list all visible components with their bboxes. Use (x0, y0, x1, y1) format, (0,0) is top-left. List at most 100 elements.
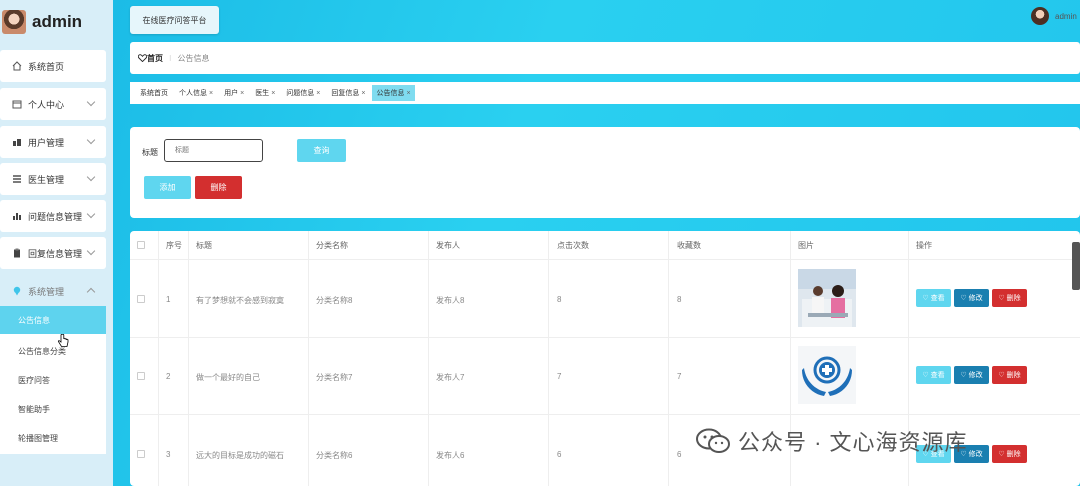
sidebar-item-label: 系统管理 (28, 286, 65, 297)
sidebar-item-label: 医生管理 (28, 174, 65, 185)
tags-bar: 系统首页 个人信息 × 用户 × 医生 × 问题信息 × 回复信息 × 公告信息 × (130, 82, 1080, 104)
table-row: 2 做一个最好的自己 分类名称7 发布人7 7 7 ♡ 查看 ♡ 修改 ♡ 删除 (130, 337, 1080, 414)
row-checkbox[interactable] (137, 450, 145, 458)
row-favorites: 7 (677, 372, 682, 381)
breadcrumb-separator: ⁝ (169, 53, 172, 63)
breadcrumb-home-label: 首页 (147, 53, 163, 63)
calendar-icon (12, 99, 22, 109)
breadcrumb-home[interactable]: 首页 (138, 53, 163, 64)
tag-user[interactable]: 用户 × (220, 85, 248, 101)
hand-cursor-icon (58, 334, 69, 347)
title-search-input[interactable] (164, 139, 263, 162)
close-icon[interactable]: × (240, 90, 244, 97)
clipboard-icon (12, 248, 22, 258)
view-button[interactable]: ♡ 查看 (916, 289, 951, 307)
close-icon[interactable]: × (406, 90, 410, 97)
tag-notice-info[interactable]: 公告信息 × (372, 85, 415, 101)
bar-chart-icon (12, 211, 22, 221)
tag-doctor[interactable]: 医生 × (251, 85, 279, 101)
sidebar-item-home[interactable]: 系统首页 (0, 50, 106, 82)
platform-title-button[interactable]: 在线医疗问答平台 (130, 6, 219, 34)
tag-label: 问题信息 (286, 90, 315, 97)
sidebar-item-label: 个人中心 (28, 99, 65, 110)
watermark: 公众号 · 文心海资源库 (696, 425, 968, 457)
sidebar-item-reply-management[interactable]: 回复信息管理 (0, 237, 106, 269)
edit-button[interactable]: ♡ 修改 (954, 289, 989, 307)
username[interactable]: admin (1055, 12, 1077, 21)
submenu-item-notice-category[interactable]: 公告信息分类 (0, 337, 106, 365)
select-all-checkbox[interactable] (137, 241, 145, 249)
brand: admin (2, 8, 82, 36)
row-category: 分类名称8 (316, 296, 353, 305)
delete-label: 删除 (1006, 451, 1021, 458)
tag-home[interactable]: 系统首页 (136, 85, 172, 101)
tag-reply-info[interactable]: 回复信息 × (327, 85, 369, 101)
heart-icon: ♡ (960, 295, 967, 302)
heart-icon: ♡ (960, 372, 967, 379)
heart-icon (138, 54, 147, 62)
delete-label: 删除 (1006, 295, 1021, 302)
delete-button[interactable]: ♡ 删除 (992, 445, 1027, 463)
row-checkbox[interactable] (137, 295, 145, 303)
row-clicks: 8 (557, 295, 562, 304)
row-no: 1 (166, 295, 171, 304)
tag-question-info[interactable]: 问题信息 × (282, 85, 324, 101)
tag-label: 回复信息 (331, 90, 360, 97)
tag-personal-info[interactable]: 个人信息 × (175, 85, 217, 101)
user-avatar[interactable] (1031, 7, 1049, 25)
vertical-scrollbar[interactable] (1072, 242, 1080, 290)
row-publisher: 发布人8 (436, 296, 465, 305)
sidebar-item-doctor-management[interactable]: 医生管理 (0, 163, 106, 195)
edit-button[interactable]: ♡ 修改 (954, 366, 989, 384)
query-button[interactable]: 查询 (297, 139, 346, 162)
list-icon (12, 174, 22, 184)
submenu-item-smart-assistant[interactable]: 智能助手 (0, 395, 106, 423)
sidebar-item-label: 回复信息管理 (28, 248, 83, 259)
close-icon[interactable]: × (361, 90, 365, 97)
home-icon (12, 61, 22, 71)
row-title: 有了梦想就不会感到寂寞 (196, 296, 284, 305)
row-clicks: 6 (557, 450, 562, 459)
heart-icon: ♡ (998, 295, 1005, 302)
close-icon[interactable]: × (209, 90, 213, 97)
add-button[interactable]: 添加 (144, 176, 191, 199)
close-icon[interactable]: × (271, 90, 275, 97)
sidebar-item-user-management[interactable]: 用户管理 (0, 126, 106, 158)
table-row: 1 有了梦想就不会感到寂寞 分类名称8 发布人8 8 8 ♡ 查看 ♡ 修改 ♡… (130, 259, 1080, 337)
delete-button[interactable]: ♡ 删除 (992, 366, 1027, 384)
tag-label: 用户 (224, 90, 239, 97)
row-checkbox[interactable] (137, 372, 145, 380)
row-favorites: 8 (677, 295, 682, 304)
people-photo-image (798, 269, 856, 327)
column-header: 操作 (916, 240, 932, 250)
submenu-item-medical-qa[interactable]: 医疗问答 (0, 366, 106, 394)
row-title: 远大的目标是成功的磁石 (196, 451, 284, 460)
system-submenu: 公告信息 公告信息分类 医疗问答 智能助手 轮播图管理 (0, 306, 106, 454)
sidebar-item-personal-center[interactable]: 个人中心 (0, 88, 106, 120)
chevron-up-icon (86, 287, 96, 297)
view-button[interactable]: ♡ 查看 (916, 366, 951, 384)
sidebar-item-system-management[interactable]: 系统管理 (0, 275, 106, 307)
view-label: 查看 (930, 295, 945, 302)
row-clicks: 7 (557, 372, 562, 381)
sidebar-item-question-management[interactable]: 问题信息管理 (0, 200, 106, 232)
batch-delete-button[interactable]: 删除 (195, 176, 242, 199)
row-no: 3 (166, 450, 171, 459)
column-header: 分类名称 (316, 240, 348, 250)
submenu-item-carousel[interactable]: 轮播图管理 (0, 424, 106, 452)
heart-icon: ♡ (998, 372, 1005, 379)
close-icon[interactable]: × (316, 90, 320, 97)
submenu-item-notice[interactable]: 公告信息 (0, 306, 106, 334)
sidebar: admin 系统首页 个人中心 用户管理 医生管理 问题信息管理 回复信息管理 … (0, 0, 113, 486)
brand-title: admin (32, 12, 83, 31)
column-header: 图片 (798, 240, 814, 250)
row-publisher: 发布人7 (436, 373, 465, 382)
tag-label: 公告信息 (376, 90, 405, 97)
chevron-down-icon (86, 135, 96, 145)
delete-button[interactable]: ♡ 删除 (992, 289, 1027, 307)
column-header: 收藏数 (677, 240, 701, 250)
heart-icon: ♡ (922, 372, 929, 379)
row-favorites: 6 (677, 450, 682, 459)
heart-icon: ♡ (998, 451, 1005, 458)
medical-hands-logo-image (798, 346, 856, 404)
